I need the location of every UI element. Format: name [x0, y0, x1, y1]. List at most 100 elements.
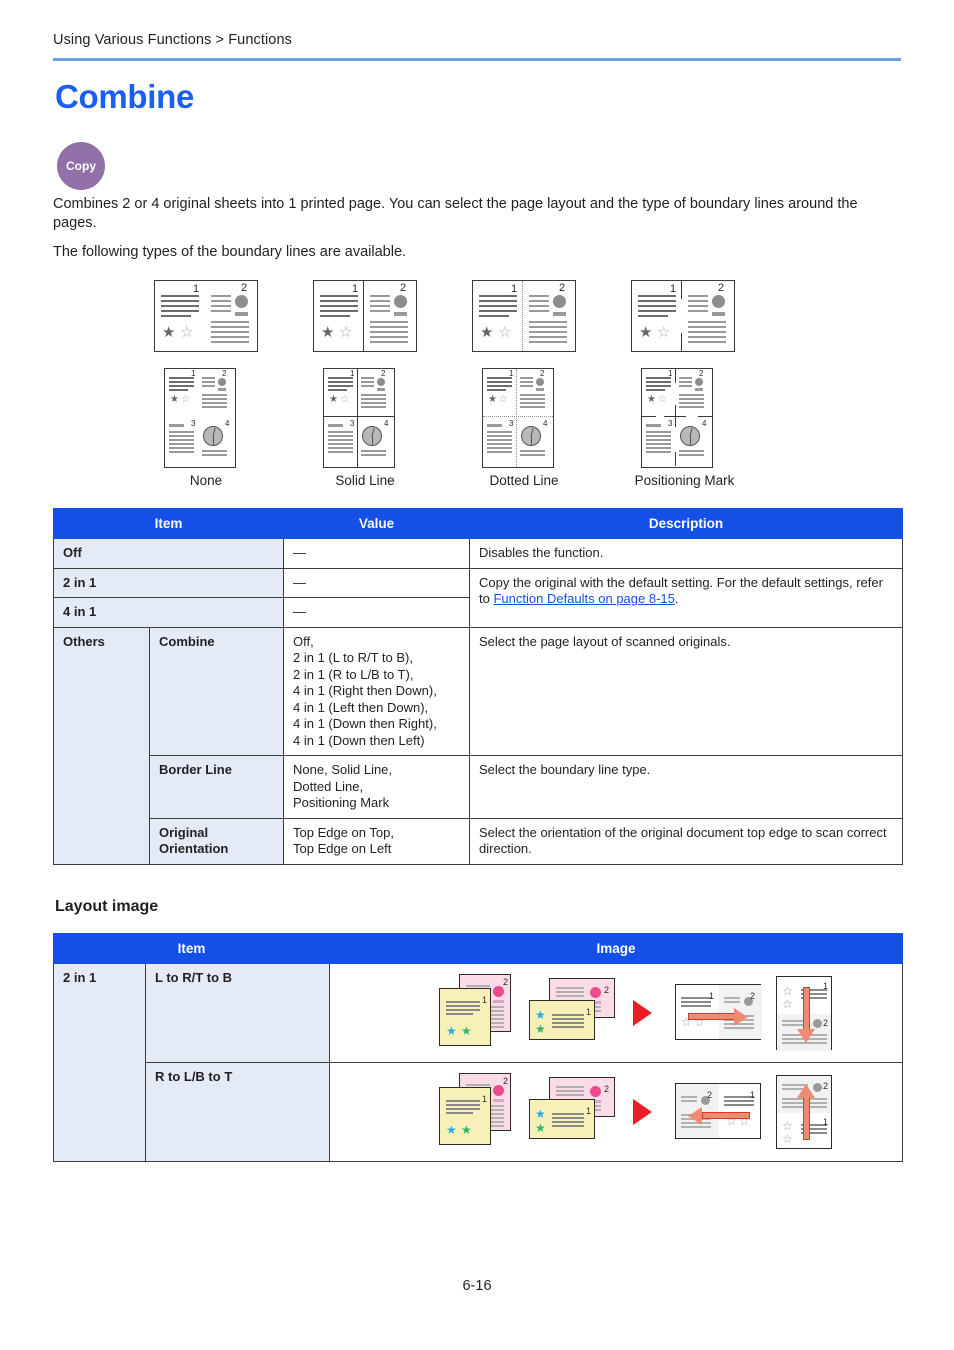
diagram-label-dotted-line: Dotted Line [489, 473, 559, 488]
page-number-2: 2 [222, 369, 227, 378]
cell-description-original-orientation: Select the orientation of the original d… [469, 817, 904, 865]
cell-item-4in1: 4 in 1 [52, 597, 285, 628]
original-page-1-portrait: 1 ★ ★ [439, 988, 492, 1046]
original-page-1-portrait: 1 ★ ★ [439, 1087, 492, 1145]
diagram-column-positioning-mark: 1 ★ ☆ 2 1 ★ ☆ 2 3 4 Positioning Mark [611, 276, 811, 491]
section-heading-layout-image: Layout image [55, 898, 159, 915]
layout-image-table: Item Image 2 in 1 L to R/T to B 2 1 ★ ★ … [52, 933, 904, 1162]
process-arrow-icon [633, 1099, 653, 1125]
page-number-4: 4 [543, 419, 548, 428]
cell-item-2in1: 2 in 1 [52, 567, 285, 598]
layout-cell-subitem-l-to-r: L to R/T to B [144, 963, 331, 1063]
page-number-1: 1 [509, 369, 514, 378]
cell-item-off: Off [52, 538, 285, 569]
boundary-line-diagram: 1 ★ ☆ 2 1 ★ ☆ 2 3 4 None 1 ★ ☆ 2 1 ★ ☆ 2… [53, 276, 905, 491]
layout-cell-item-2in1: 2 in 1 [53, 963, 146, 1162]
page-number-1: 1 [668, 369, 673, 378]
intro-paragraph-2: The following types of the boundary line… [53, 244, 407, 260]
page-number-1: 1 [191, 369, 196, 378]
function-defaults-link[interactable]: Function Defaults on page 8-15 [493, 591, 674, 606]
table-header-row: Item Value Description [52, 508, 904, 539]
thumbnail-2in1-solid: 1 ★ ☆ 2 [313, 280, 417, 352]
diagram-label-positioning-mark: Positioning Mark [634, 473, 735, 488]
original-landscape-page-1: ★ ★ 1 [529, 1000, 596, 1040]
thumbnail-2in1-positioning: 1 ★ ☆ 2 [631, 280, 735, 352]
page-number-4: 4 [384, 419, 389, 428]
column-header-description: Description [469, 508, 904, 539]
output-portrait-2up-reversed: 2 ☆ ☆ 1 [776, 1075, 833, 1149]
thumbnail-4in1-solid: 1 ★ ☆ 2 3 4 [323, 368, 395, 468]
page-number-2: 2 [699, 369, 704, 378]
page-number-4: 4 [225, 419, 230, 428]
copy-badge: Copy [57, 142, 105, 190]
cell-value-2in1: — [283, 567, 471, 598]
cell-value-border-line: None, Solid Line, Dotted Line, Positioni… [283, 755, 471, 819]
column-header-value: Value [283, 508, 471, 539]
cell-description-off: Disables the function. [469, 538, 904, 569]
page-number-1: 1 [193, 283, 200, 295]
thumbnail-2in1-none: 1 ★ ☆ 2 [154, 280, 258, 352]
page-number-4: 4 [702, 419, 707, 428]
page-number-3: 3 [191, 419, 196, 428]
thumbnail-4in1-dotted: 1 ★ ☆ 2 3 4 [482, 368, 554, 468]
page-number-3: 3 [509, 419, 514, 428]
process-arrow-icon [633, 1000, 653, 1026]
intro-paragraph-1: Combines 2 or 4 original sheets into 1 p… [53, 196, 858, 231]
illustration-r-to-l-b-to-t: 2 1 ★ ★ 2 ★ ★ 1 2 1 ☆ ☆ 2 ☆ ☆ 1 [339, 1069, 893, 1155]
cell-subitem-border-line: Border Line [148, 755, 285, 819]
functions-table: Item Value Description Off — Disables th… [52, 508, 904, 865]
page-footer: 6-16 [462, 1278, 492, 1294]
page-number-1: 1 [511, 283, 518, 295]
page-number-3: 3 [668, 419, 673, 428]
original-landscape-page-1: ★ ★ 1 [529, 1099, 596, 1139]
column-header-item: Item [52, 508, 285, 539]
page-number-2: 2 [559, 282, 566, 294]
page-number-2: 2 [381, 369, 386, 378]
page-number-2: 2 [241, 282, 248, 294]
layout-table-header-row: Item Image [52, 933, 904, 964]
page-number-1: 1 [350, 369, 355, 378]
layout-column-header-item: Item [52, 933, 331, 964]
page-title: Combine [55, 78, 195, 115]
cell-item-others: Others [53, 626, 150, 865]
layout-column-header-image: Image [329, 933, 904, 964]
layout-cell-image-r-to-l: 2 1 ★ ★ 2 ★ ★ 1 2 1 ☆ ☆ 2 ☆ ☆ 1 [329, 1062, 904, 1162]
cell-subitem-original-orientation: Original Orientation [148, 817, 285, 865]
table-row-off: Off — Disables the function. [52, 538, 904, 569]
page-number-1: 1 [352, 283, 359, 295]
output-landscape-2up-reversed: 2 1 ☆ ☆ [675, 1083, 762, 1139]
illustration-l-to-r-t-to-b: 2 1 ★ ★ 2 ★ ★ 1 1 ☆ ☆ 2 ☆ ☆ 1 2 [339, 970, 893, 1056]
layout-row-l-to-r: 2 in 1 L to R/T to B 2 1 ★ ★ 2 ★ ★ 1 1 ☆… [53, 963, 904, 1162]
cell-value-4in1: — [283, 597, 471, 628]
breadcrumb: Using Various Functions > Functions [53, 32, 292, 48]
diagram-label-none: None [189, 473, 223, 488]
layout-cell-subitem-r-to-l: R to L/B to T [144, 1062, 331, 1162]
table-row-others-border-line: Border Line None, Solid Line, Dotted Lin… [54, 755, 904, 819]
thumbnail-2in1-dotted: 1 ★ ☆ 2 [472, 280, 576, 352]
cell-description-combine: Select the page layout of scanned origin… [469, 626, 904, 756]
header-divider [53, 58, 901, 61]
table-row-others-original-orientation: Original Orientation Top Edge on Top, To… [54, 817, 904, 865]
document-page: Using Various Functions > Functions Comb… [0, 0, 954, 1350]
diagram-label-solid-line: Solid Line [335, 473, 395, 488]
cell-value-combine: Off, 2 in 1 (L to R/T to B), 2 in 1 (R t… [283, 626, 471, 756]
thumbnail-4in1-positioning: 1 ★ ☆ 2 3 4 [641, 368, 713, 468]
cell-description-border-line: Select the boundary line type. [469, 755, 904, 819]
layout-cell-image-l-to-r: 2 1 ★ ★ 2 ★ ★ 1 1 ☆ ☆ 2 ☆ ☆ 1 2 [329, 963, 904, 1063]
description-text-post: . [674, 591, 679, 606]
page-number-1: 1 [670, 283, 677, 295]
page-number-2: 2 [540, 369, 545, 378]
cell-subitem-combine: Combine [148, 626, 285, 756]
page-number-2: 2 [400, 282, 407, 294]
table-row-others-combine: Others Combine Off, 2 in 1 (L to R/T to … [53, 626, 904, 865]
thumbnail-4in1-none: 1 ★ ☆ 2 3 4 [164, 368, 236, 468]
cell-description-default-setting: Copy the original with the default setti… [469, 567, 904, 628]
output-landscape-2up: 1 ☆ ☆ 2 [675, 984, 763, 1040]
page-number-2: 2 [718, 282, 725, 294]
table-row-2in1: 2 in 1 — Copy the original with the defa… [52, 567, 904, 628]
cell-value-off: — [283, 538, 471, 569]
page-number-3: 3 [350, 419, 355, 428]
layout-row-r-to-l: R to L/B to T 2 1 ★ ★ 2 ★ ★ 1 2 1 ☆ ☆ 2 … [54, 1062, 904, 1162]
cell-value-original-orientation: Top Edge on Top, Top Edge on Left [283, 817, 471, 865]
output-portrait-2up: ☆ ☆ 1 2 [776, 976, 833, 1051]
